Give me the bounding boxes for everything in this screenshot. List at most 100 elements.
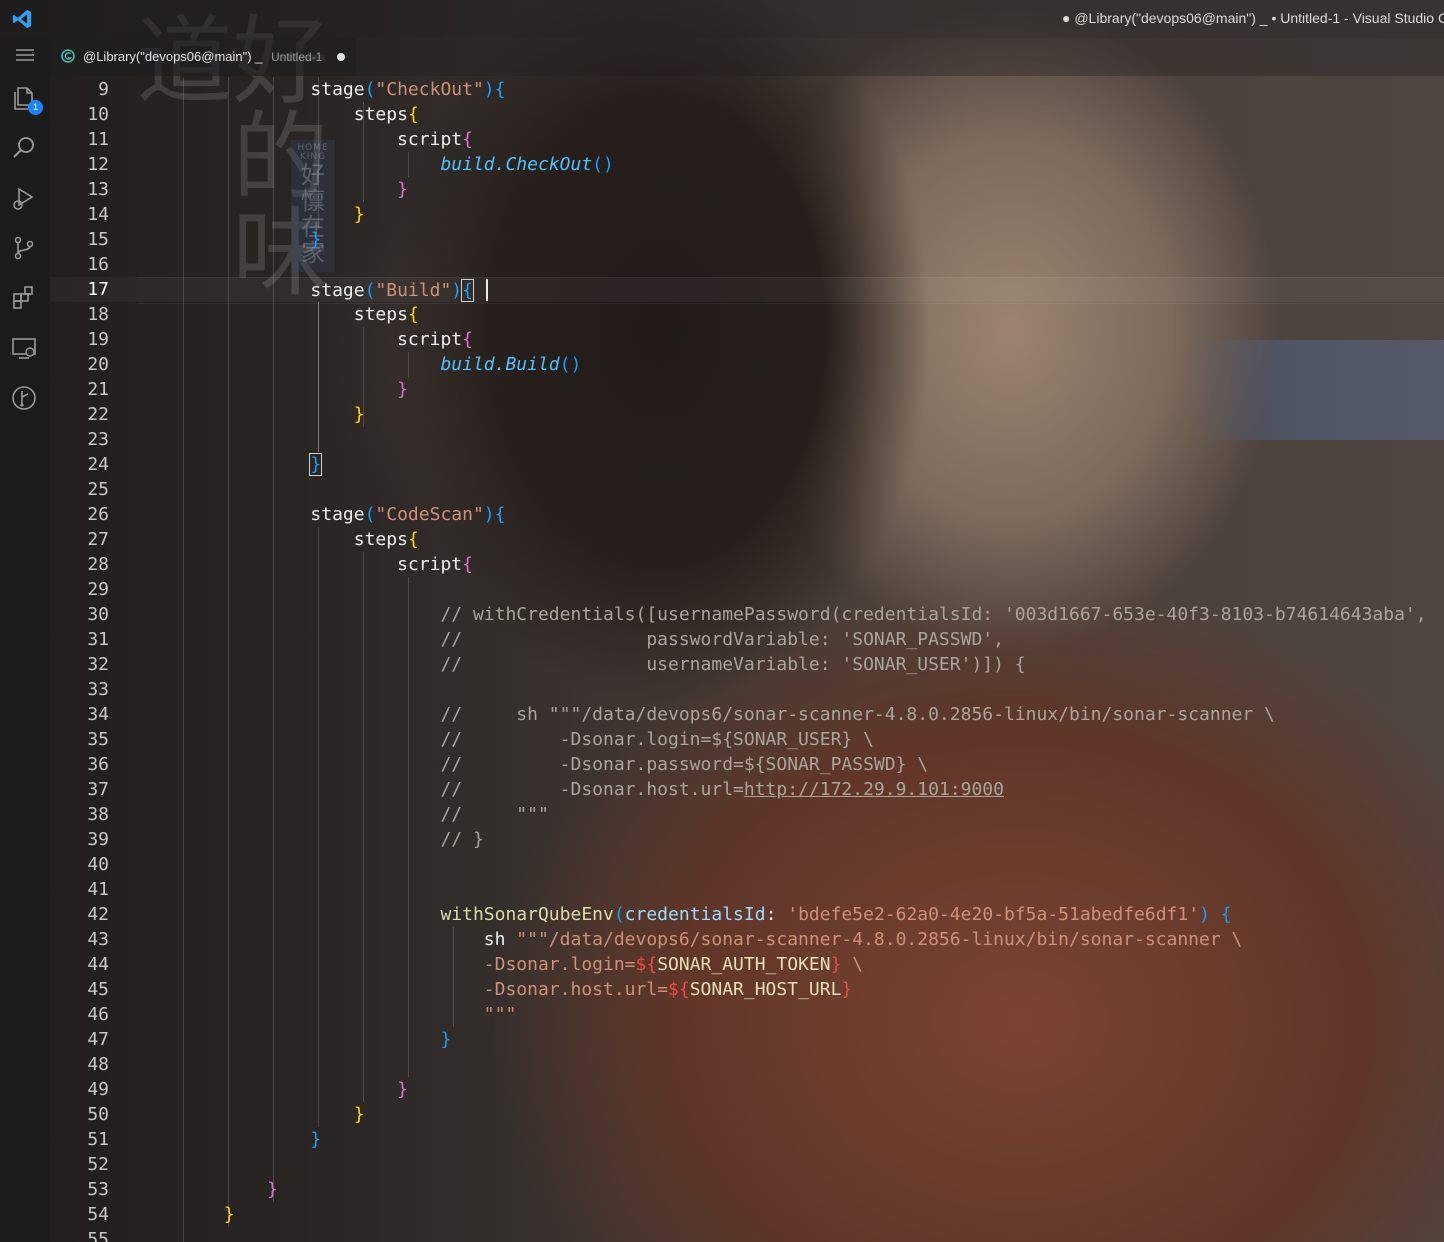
- code-token: (): [592, 154, 614, 175]
- code-line[interactable]: 26 stage("CodeScan"){: [50, 502, 1444, 527]
- remote-explorer-icon[interactable]: [10, 334, 40, 364]
- run-debug-icon[interactable]: [10, 184, 40, 214]
- code-text: withSonarQubeEnv(credentialsId: 'bdefe5e…: [137, 902, 1444, 927]
- code-line[interactable]: 46 """: [50, 1002, 1444, 1027]
- code-text: -Dsonar.login=${SONAR_AUTH_TOKEN} \: [137, 952, 1444, 977]
- line-number: 19: [87, 329, 109, 350]
- code-line[interactable]: 44 -Dsonar.login=${SONAR_AUTH_TOKEN} \: [50, 952, 1444, 977]
- code-line[interactable]: 45 -Dsonar.host.url=${SONAR_HOST_URL}: [50, 977, 1444, 1002]
- line-number: 25: [87, 479, 109, 500]
- code-line[interactable]: 55: [50, 1227, 1444, 1242]
- line-number: 43: [87, 929, 109, 950]
- editor-tab[interactable]: @Library("devops06@main") _ Untitled-1: [50, 38, 356, 76]
- code-line[interactable]: 12 build.CheckOut(): [50, 152, 1444, 177]
- code-text: script{: [137, 552, 1444, 577]
- code-line[interactable]: 17 stage("Build"){: [50, 277, 1444, 304]
- line-number: 14: [87, 204, 109, 225]
- gitlens-icon[interactable]: [10, 384, 40, 414]
- code-line[interactable]: 21 }: [50, 377, 1444, 402]
- indent-guide: [408, 352, 409, 377]
- code-line[interactable]: 18 steps{: [50, 302, 1444, 327]
- line-number: 20: [87, 354, 109, 375]
- code-line[interactable]: 39 // }: [50, 827, 1444, 852]
- line-number: 9: [98, 79, 109, 100]
- code-token: {: [461, 279, 474, 302]
- text-cursor: [485, 279, 488, 301]
- line-number: 23: [87, 429, 109, 450]
- code-line[interactable]: 27 steps{: [50, 527, 1444, 552]
- line-number: 50: [87, 1104, 109, 1125]
- code-line[interactable]: 20 build.Build(): [50, 352, 1444, 377]
- line-number: 35: [87, 729, 109, 750]
- code-line[interactable]: 32 // usernameVariable: 'SONAR_USER')]) …: [50, 652, 1444, 677]
- code-text: // usernameVariable: 'SONAR_USER')]) {: [137, 652, 1444, 677]
- unsaved-dot-icon[interactable]: [337, 53, 345, 61]
- tab-title: @Library("devops06@main") _: [83, 49, 263, 64]
- code-line[interactable]: 9 stage("CheckOut"){: [50, 77, 1444, 102]
- code-line[interactable]: 15 }: [50, 227, 1444, 252]
- line-number: 13: [87, 179, 109, 200]
- code-token: steps: [353, 104, 408, 125]
- code-token: withSonarQubeEnv: [440, 904, 614, 925]
- code-line[interactable]: 28 script{: [50, 552, 1444, 577]
- code-line[interactable]: 33: [50, 677, 1444, 702]
- code-editor[interactable]: 9 stage("CheckOut"){10 steps{11 script{1…: [50, 76, 1444, 1242]
- code-line[interactable]: 23: [50, 427, 1444, 452]
- code-token: // -Dsonar.host.url=: [440, 779, 744, 800]
- code-token: stage: [310, 504, 365, 525]
- code-line[interactable]: 25: [50, 477, 1444, 502]
- code-line[interactable]: 36 // -Dsonar.password=${SONAR_PASSWD} \: [50, 752, 1444, 777]
- code-line[interactable]: 19 script{: [50, 327, 1444, 352]
- code-line[interactable]: 47 }: [50, 1027, 1444, 1052]
- code-line[interactable]: 31 // passwordVariable: 'SONAR_PASSWD',: [50, 627, 1444, 652]
- code-line[interactable]: 35 // -Dsonar.login=${SONAR_USER} \: [50, 727, 1444, 752]
- source-control-icon[interactable]: [10, 234, 40, 264]
- line-number: 51: [87, 1129, 109, 1150]
- line-number: 30: [87, 604, 109, 625]
- code-line[interactable]: 48: [50, 1052, 1444, 1077]
- code-line[interactable]: 29: [50, 577, 1444, 602]
- search-icon[interactable]: [10, 134, 40, 164]
- code-line[interactable]: 16: [50, 252, 1444, 277]
- code-line[interactable]: 43 sh """/data/devops6/sonar-scanner-4.8…: [50, 927, 1444, 952]
- code-text: // sh """/data/devops6/sonar-scanner-4.8…: [137, 702, 1444, 727]
- code-line[interactable]: 54 }: [50, 1202, 1444, 1227]
- code-line[interactable]: 49 }: [50, 1077, 1444, 1102]
- code-line[interactable]: 37 // -Dsonar.host.url=http://172.29.9.1…: [50, 777, 1444, 802]
- extensions-icon[interactable]: [10, 284, 40, 314]
- code-line[interactable]: 52: [50, 1152, 1444, 1177]
- menu-icon[interactable]: [14, 47, 36, 63]
- code-line[interactable]: 42 withSonarQubeEnv(credentialsId: 'bdef…: [50, 902, 1444, 927]
- code-line[interactable]: 41: [50, 877, 1444, 902]
- line-number: 11: [87, 129, 109, 150]
- code-line[interactable]: 11 script{: [50, 127, 1444, 152]
- code-line[interactable]: 24 }: [50, 452, 1444, 477]
- line-number: 40: [87, 854, 109, 875]
- code-line[interactable]: 53 }: [50, 1177, 1444, 1202]
- indent-guide: [318, 302, 319, 452]
- line-number: 44: [87, 954, 109, 975]
- line-number: 49: [87, 1079, 109, 1100]
- code-line[interactable]: 14 }: [50, 202, 1444, 227]
- code-line[interactable]: 13 }: [50, 177, 1444, 202]
- code-text: }: [137, 177, 1444, 202]
- code-line[interactable]: 38 // """: [50, 802, 1444, 827]
- code-token: // sh """/data/devops6/sonar-scanner-4.8…: [440, 704, 1275, 725]
- code-line[interactable]: 51 }: [50, 1127, 1444, 1152]
- code-line[interactable]: 10 steps{: [50, 102, 1444, 127]
- code-text: }: [137, 227, 1444, 252]
- code-line[interactable]: 40: [50, 852, 1444, 877]
- code-line[interactable]: 22 }: [50, 402, 1444, 427]
- code-line[interactable]: 50 }: [50, 1102, 1444, 1127]
- code-line[interactable]: 30 // withCredentials([usernamePassword(…: [50, 602, 1444, 627]
- line-number: 22: [87, 404, 109, 425]
- code-line[interactable]: 34 // sh """/data/devops6/sonar-scanner-…: [50, 702, 1444, 727]
